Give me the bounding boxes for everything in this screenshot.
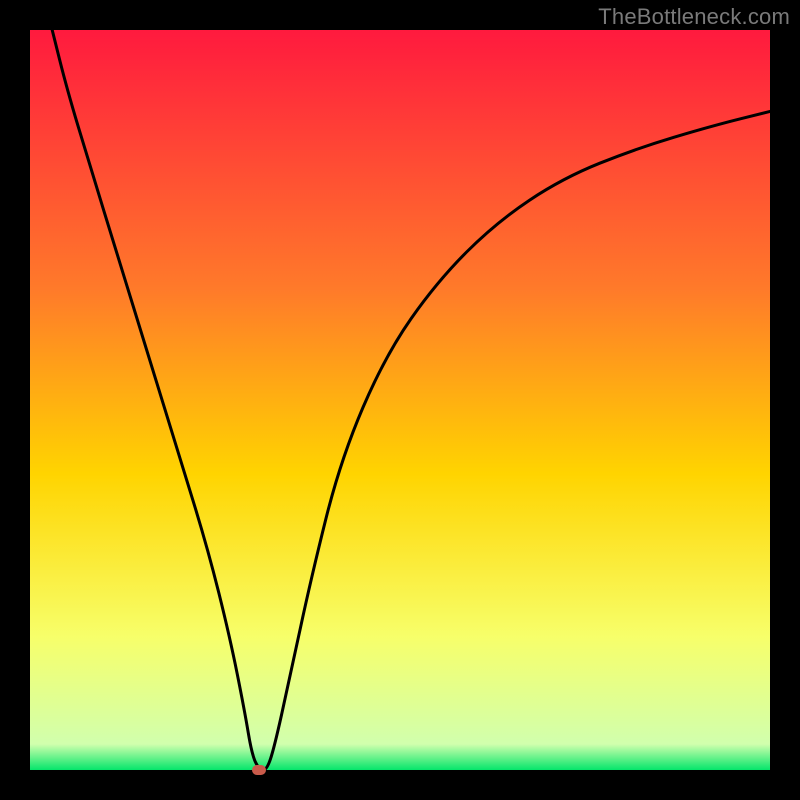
- min-marker: [252, 765, 266, 775]
- watermark-text: TheBottleneck.com: [598, 4, 790, 30]
- plot-area: [30, 30, 770, 770]
- chart-frame: TheBottleneck.com: [0, 0, 800, 800]
- bottleneck-curve: [30, 30, 770, 770]
